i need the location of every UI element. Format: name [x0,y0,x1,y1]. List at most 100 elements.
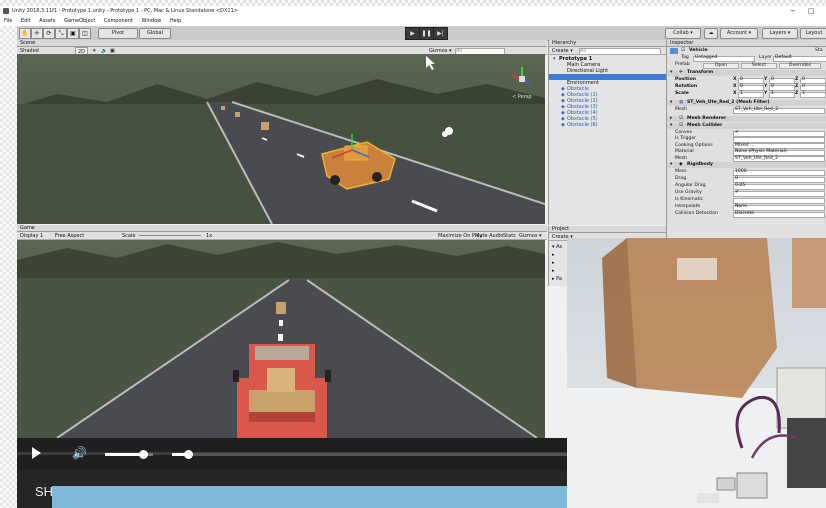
cloud-icon[interactable]: ☁ [704,28,718,39]
menu-file[interactable]: File [4,18,12,24]
display-dropdown[interactable]: Display 1 [20,233,43,239]
hierarchy-tab-label: Hierarchy [552,40,577,46]
global-toggle[interactable]: Global [139,28,171,39]
mesh-collider-header[interactable]: ▾ ☑ Mesh Collider [667,123,826,129]
axis-x-value[interactable]: 0 [740,84,743,90]
inspector-tab[interactable]: Inspector [667,40,826,47]
axis-x-value[interactable]: 0 [740,77,743,83]
mesh-collider-enabled-checkbox[interactable]: ☑ [679,123,683,129]
volume-slider[interactable] [105,450,153,459]
rigidbody-header[interactable]: ▾ ◆ Rigidbody [667,162,826,168]
transform-header[interactable]: ▾ ✛ Transform [667,70,826,76]
video-play-icon[interactable] [32,447,41,459]
hierarchy-create-dropdown[interactable]: Create ▾ [552,48,573,54]
video-progress-knob[interactable] [183,450,193,459]
mesh-renderer-enabled-checkbox[interactable]: ☑ [679,116,683,122]
prefab-open-button[interactable]: Open [703,62,739,69]
account-dropdown[interactable]: Account ▾ [720,28,758,39]
prefab-select-button[interactable]: Select [741,62,777,69]
collab-dropdown[interactable]: Collab ▾ [665,28,701,39]
play-button[interactable]: ▶ [405,27,420,40]
mesh-filter-header[interactable]: ▾ ▦ ST_Veh_Ute_Red_2 (Mesh Filter) [667,100,826,106]
menu-gameobject[interactable]: GameObject [64,18,95,24]
collider-row: Cooking Options Mixed ... [667,142,826,150]
axis-z-value[interactable]: 0 [802,77,805,83]
game-gizmos-dropdown[interactable]: Gizmos ▾ [519,232,542,240]
prefab-overrides-button[interactable]: Overrides [779,62,821,69]
static-toggle[interactable]: Sta [815,48,823,54]
transform-row-label: Position [675,77,697,82]
project-folder-row[interactable]: ▸ [552,267,562,275]
collapse-arrow-icon[interactable]: ▸ [670,116,672,122]
hierarchy-item[interactable]: ◆ Obstacle (6) [549,122,666,128]
layers-dropdown[interactable]: Layers ▾ [762,28,798,39]
rigidbody-field[interactable] [733,183,825,190]
hierarchy-search-input[interactable]: All [579,48,661,55]
inspector-tab-label: Inspector [670,40,694,46]
expand-arrow-icon[interactable]: ▾ [670,70,672,76]
scene-view[interactable]: < Persp [17,54,545,224]
scene-tab[interactable]: Scene [17,40,547,47]
active-checkbox[interactable]: ☑ [681,48,685,54]
transform-tool-icon[interactable]: ◫ [79,28,91,39]
aspect-dropdown[interactable]: Free Aspect [55,232,84,240]
mesh-collider-title: Mesh Collider [687,123,723,128]
rigidbody-label: Use Gravity [675,190,702,195]
object-name-field[interactable]: Vehicle [689,48,708,54]
axis-z-value[interactable]: 1 [802,91,805,97]
project-folder-packages[interactable]: ▸ Pa [552,275,562,283]
menu-help[interactable]: Help [170,18,181,24]
hierarchy-tab[interactable]: Hierarchy [549,40,666,47]
volume-icon[interactable]: 🔊 [72,446,87,460]
scale-tool-icon[interactable]: ⤡ [55,28,67,39]
scale-slider[interactable] [139,235,201,236]
scene-tab-label: Scene [20,40,36,46]
axis-x-value[interactable]: 1 [740,91,743,97]
blue-overlay-bar [52,486,567,508]
inspector-panel: Inspector ☑ Vehicle Sta Tag Untagged Lay… [666,40,826,240]
expand-arrow-icon[interactable]: ▾ [670,100,672,106]
project-tree: ▾ As ▸ ▸ ▸ ▸ Pa [552,243,562,283]
pivot-toggle[interactable]: Pivot [98,28,138,39]
tag-layer-row: Tag Untagged Layer Default [667,55,826,62]
layout-dropdown[interactable]: Layout [800,28,826,39]
rect-tool-icon[interactable]: ▣ [67,28,79,39]
rigidbody-field[interactable] [733,176,825,183]
axis-y-value[interactable]: 0 [771,84,774,90]
game-toolbar: Display 1 Free Aspect Scale 1x Maximize … [17,232,547,240]
expand-arrow-icon[interactable]: ▾ [670,162,672,168]
expand-arrow-icon[interactable]: ▾ [670,123,672,129]
mute-audio-toggle[interactable]: Mute Audio [475,232,503,240]
maximize-button[interactable]: □ [808,6,815,16]
axis-y-value[interactable]: 0 [771,77,774,83]
rigidbody-value: 0 [735,176,738,181]
persp-label[interactable]: < Persp [512,94,532,100]
rotate-tool-icon[interactable]: ⟳ [43,28,55,39]
game-view[interactable] [17,240,545,438]
axis-y-value[interactable]: 1 [771,91,774,97]
minimize-button[interactable]: − [790,6,796,16]
move-tool-icon[interactable]: ✛ [31,28,43,39]
stats-toggle[interactable]: Stats [503,232,516,240]
game-tab[interactable]: Game [17,225,547,232]
rigidbody-label: Collision Detection [675,211,719,216]
step-button[interactable]: ▶| [433,27,448,40]
project-folder-assets[interactable]: ▾ As [552,243,562,251]
project-folder-row[interactable]: ▸ [552,259,562,267]
pause-button[interactable]: ❚❚ [419,27,434,40]
menu-assets[interactable]: Assets [39,18,55,24]
hand-tool-icon[interactable]: ✋ [19,28,31,39]
axis-z-value[interactable]: 0 [802,84,805,90]
rigidbody-field[interactable] [733,197,825,204]
rigidbody-field[interactable] [733,190,825,197]
mesh-renderer-header[interactable]: ▸ ☑ Mesh Renderer [667,116,826,122]
menu-component[interactable]: Component [104,18,133,24]
collider-value: ✔ [735,130,739,135]
menu-edit[interactable]: Edit [21,18,31,24]
project-tab[interactable]: Project [549,226,666,233]
menu-window[interactable]: Window [142,18,162,24]
project-folder-row[interactable]: ▸ [552,251,562,259]
rigidbody-label: Angular Drag [675,183,706,188]
video-progress-bar[interactable] [172,450,567,459]
collider-value: Mixed ... [735,142,755,148]
